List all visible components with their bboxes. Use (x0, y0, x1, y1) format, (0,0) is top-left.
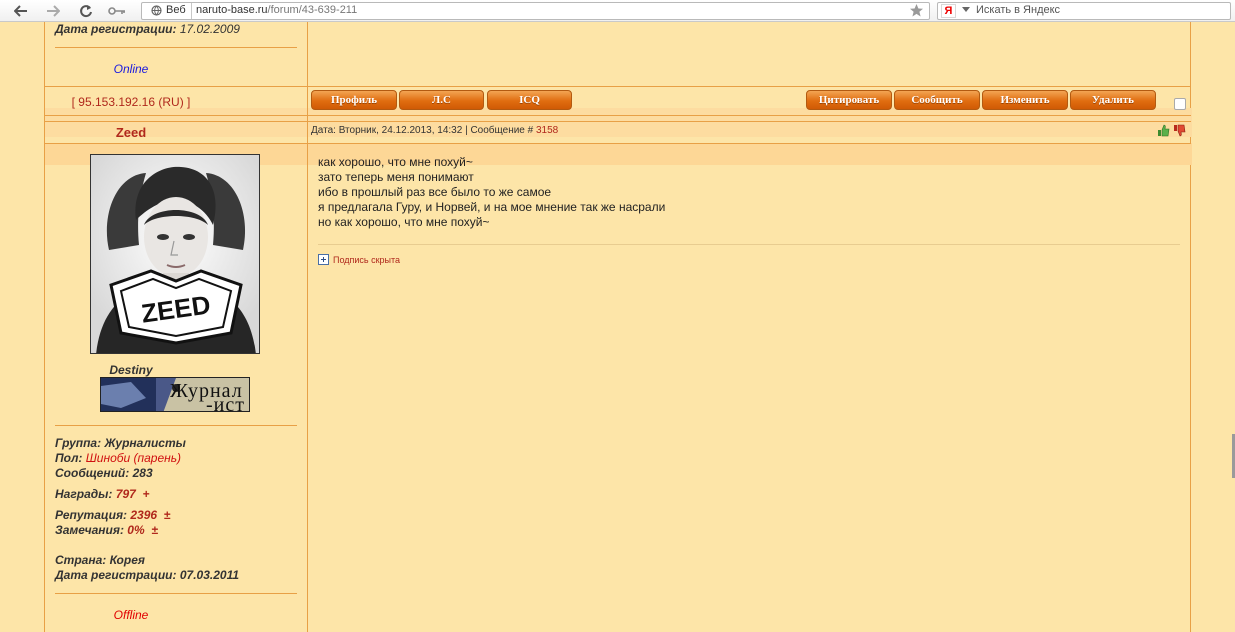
edit-button[interactable]: Изменить (982, 90, 1068, 110)
post-number[interactable]: 3158 (536, 125, 558, 136)
divider (44, 86, 1191, 87)
awards-value[interactable]: 797 (116, 487, 136, 501)
message-line: как хорошо, что мне похуй~ (318, 155, 473, 169)
divider (44, 115, 1191, 116)
avatar: ZEED (90, 154, 260, 354)
report-button[interactable]: Сообщить (894, 90, 980, 110)
gender-label: Пол: (55, 451, 83, 465)
country-value: Корея (109, 553, 145, 567)
expand-plus-icon[interactable] (318, 254, 329, 265)
country-label: Страна: (55, 553, 107, 567)
globe-icon (151, 5, 162, 16)
userbar-image: Журнал -ист (100, 377, 250, 412)
divider (55, 47, 297, 48)
select-post-checkbox[interactable] (1174, 98, 1186, 110)
reputation-line: Репутация: 2396 ± (55, 508, 170, 522)
post-author[interactable]: Zeed (0, 125, 262, 140)
user-rank: Destiny (109, 363, 153, 377)
key-icon[interactable] (108, 2, 126, 20)
online-status: Online (113, 62, 149, 76)
web-label: Веб (166, 4, 186, 16)
yandex-badge[interactable]: Я (941, 4, 956, 18)
message-line: зато теперь меня понимают (318, 170, 474, 184)
offline-status: Offline (113, 608, 149, 622)
icq-button[interactable]: ICQ (487, 90, 572, 110)
address-separator (191, 3, 192, 19)
warnings-value[interactable]: 0% (127, 523, 144, 537)
divider (55, 593, 297, 594)
country-line: Страна: Корея (55, 553, 145, 567)
divider (44, 143, 1191, 144)
message-line: но как хорошо, что мне похуй~ (318, 215, 490, 229)
posts-line: Сообщений: 283 (55, 466, 153, 480)
reload-icon[interactable] (77, 2, 95, 20)
divider (55, 425, 297, 426)
post-date: Дата: Вторник, 24.12.2013, 14:32 | Сообщ… (311, 125, 558, 136)
thumbs-up-icon[interactable] (1157, 124, 1170, 137)
url-path: /forum/43-639-211 (267, 4, 358, 16)
prev-reg-label: Дата регистрации: (55, 22, 177, 36)
signature-toggle-label[interactable]: Подпись скрыта (333, 255, 400, 265)
awards-plus-link[interactable]: + (142, 487, 149, 501)
gender-line: Пол: Шиноби (парень) (55, 451, 181, 465)
browser-toolbar: Веб naruto-base.ru/forum/43-639-211 Я Ис… (0, 0, 1235, 22)
group-label: Группа: (55, 436, 102, 450)
reputation-value[interactable]: 2396 (130, 508, 157, 522)
profile-button[interactable]: Профиль (311, 90, 397, 110)
url-text[interactable]: naruto-base.ru/forum/43-639-211 (196, 4, 357, 16)
warnings-line: Замечания: 0% ± (55, 523, 158, 537)
message-line: ибо в прошлый раз все было то же самое (318, 185, 552, 199)
back-arrow-icon[interactable] (12, 2, 30, 20)
posts-label: Сообщений: (55, 466, 130, 480)
dropdown-arrow-icon[interactable] (962, 7, 970, 12)
prev-reg-date: Дата регистрации: 17.02.2009 (55, 22, 240, 36)
signature-toggle[interactable]: Подпись скрыта (318, 254, 400, 265)
posts-value: 283 (132, 466, 153, 480)
signature-separator (318, 244, 1180, 245)
page-margin (1192, 22, 1235, 632)
url-host: naruto-base.ru (196, 4, 268, 16)
thumbs-down-icon[interactable] (1173, 124, 1186, 137)
group-value[interactable]: Журналисты (104, 436, 185, 450)
reputation-vote-link[interactable]: ± (164, 508, 171, 522)
ip-address[interactable]: [ 95.153.192.16 (RU) ] (0, 95, 262, 109)
reg-date-label: Дата регистрации: (55, 568, 177, 582)
warnings-label: Замечания: (55, 523, 124, 537)
delete-button[interactable]: Удалить (1070, 90, 1156, 110)
warnings-vote-link[interactable]: ± (151, 523, 158, 537)
reputation-label: Репутация: (55, 508, 128, 522)
reg-date-value: 07.03.2011 (179, 568, 240, 582)
bookmark-star-icon[interactable] (909, 3, 924, 18)
userbar-text: Журнал -ист (170, 380, 245, 412)
search-input[interactable]: Искать в Яндекс (976, 4, 1060, 16)
message-line: я предлагала Гуру, и Норвей, и на мое мн… (318, 200, 666, 214)
pm-button[interactable]: Л.С (399, 90, 484, 110)
prev-reg-value: 17.02.2009 (179, 22, 240, 36)
awards-line: Награды: 797 + (55, 487, 149, 501)
column-divider (307, 22, 308, 632)
divider (44, 121, 1191, 122)
quote-button[interactable]: Цитировать (806, 90, 892, 110)
gender-value: Шиноби (парень) (85, 451, 182, 465)
forward-arrow-icon[interactable] (44, 2, 62, 20)
awards-label: Награды: (55, 487, 113, 501)
reg-date-line: Дата регистрации: 07.03.2011 (55, 568, 239, 582)
post-date-text: Дата: Вторник, 24.12.2013, 14:32 | Сообщ… (311, 125, 534, 136)
group-line: Группа: Журналисты (55, 436, 186, 450)
